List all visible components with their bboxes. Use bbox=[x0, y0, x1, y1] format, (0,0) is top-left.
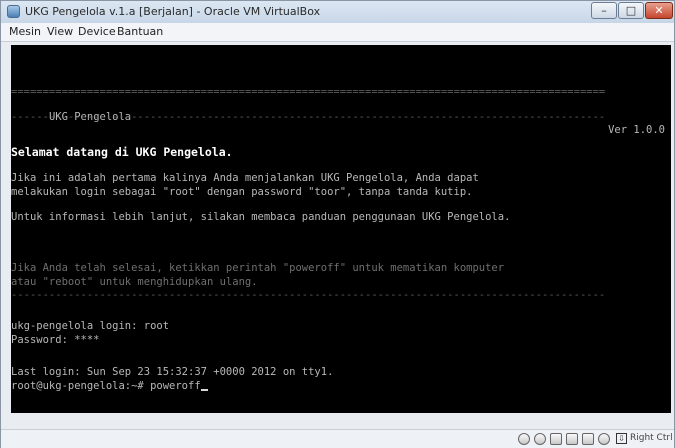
menu-mesin[interactable]: Mesin bbox=[9, 25, 41, 38]
virtualbox-window: UKG Pengelola v.1.a [Berjalan] - Oracle … bbox=[0, 0, 675, 448]
mouse-integration-icon[interactable] bbox=[598, 433, 610, 445]
minimize-button[interactable]: – bbox=[591, 2, 617, 19]
info-line: Untuk informasi lebih lanjut, silakan me… bbox=[11, 211, 511, 223]
text-cursor bbox=[200, 389, 208, 391]
close-button[interactable]: ✕ bbox=[645, 2, 673, 19]
host-key-arrow-icon: ⇩ bbox=[616, 433, 627, 444]
console-version: Ver 1.0.0 bbox=[608, 124, 665, 136]
intro-line-2: melakukan login sebagai "root" dengan pa… bbox=[11, 186, 473, 198]
optical-drive-icon[interactable] bbox=[534, 433, 546, 445]
vm-console-screen[interactable]: ========================================… bbox=[11, 45, 671, 413]
shutdown-line-1: Jika Anda telah selesai, ketikkan perint… bbox=[11, 262, 505, 274]
virtualbox-app-icon bbox=[7, 5, 20, 18]
login-line: ukg-pengelola login: root bbox=[11, 320, 170, 332]
title-bar[interactable]: UKG Pengelola v.1.a [Berjalan] - Oracle … bbox=[1, 1, 674, 23]
footer-rule: ----------------------------------------… bbox=[11, 289, 606, 301]
menu-view[interactable]: View bbox=[47, 25, 73, 38]
network-icon[interactable] bbox=[566, 433, 578, 445]
menu-device[interactable]: Device bbox=[78, 25, 116, 38]
shutdown-line-2: atau "reboot" untuk menghidupkan ulang. bbox=[11, 276, 258, 288]
shell-prompt: root@ukg-pengelola:~# poweroff bbox=[11, 380, 201, 392]
window-title: UKG Pengelola v.1.a [Berjalan] - Oracle … bbox=[25, 5, 321, 18]
usb-icon[interactable] bbox=[550, 433, 562, 445]
menu-bar: Mesin View Device Bantuan bbox=[1, 23, 674, 42]
status-bar: ⇩ Right Ctrl bbox=[1, 429, 674, 448]
intro-line-1: Jika ini adalah pertama kalinya Anda men… bbox=[11, 172, 479, 184]
maximize-button[interactable]: □ bbox=[618, 2, 644, 19]
welcome-text: Selamat datang di UKG Pengelola. bbox=[11, 146, 233, 159]
header-rule-bottom: ----------------------------------------… bbox=[11, 111, 606, 123]
password-line: Password: **** bbox=[11, 334, 100, 346]
shared-folders-icon[interactable] bbox=[582, 433, 594, 445]
last-login-line: Last login: Sun Sep 23 15:32:37 +0000 20… bbox=[11, 366, 334, 378]
menu-bantuan[interactable]: Bantuan bbox=[117, 25, 163, 38]
host-key-label: Right Ctrl bbox=[630, 433, 673, 443]
hard-disk-icon[interactable] bbox=[518, 433, 530, 445]
console-header: UKG Pengelola Ver 1.0.0 bbox=[11, 98, 671, 150]
shell-prompt-line: root@ukg-pengelola:~# poweroff bbox=[11, 380, 671, 393]
